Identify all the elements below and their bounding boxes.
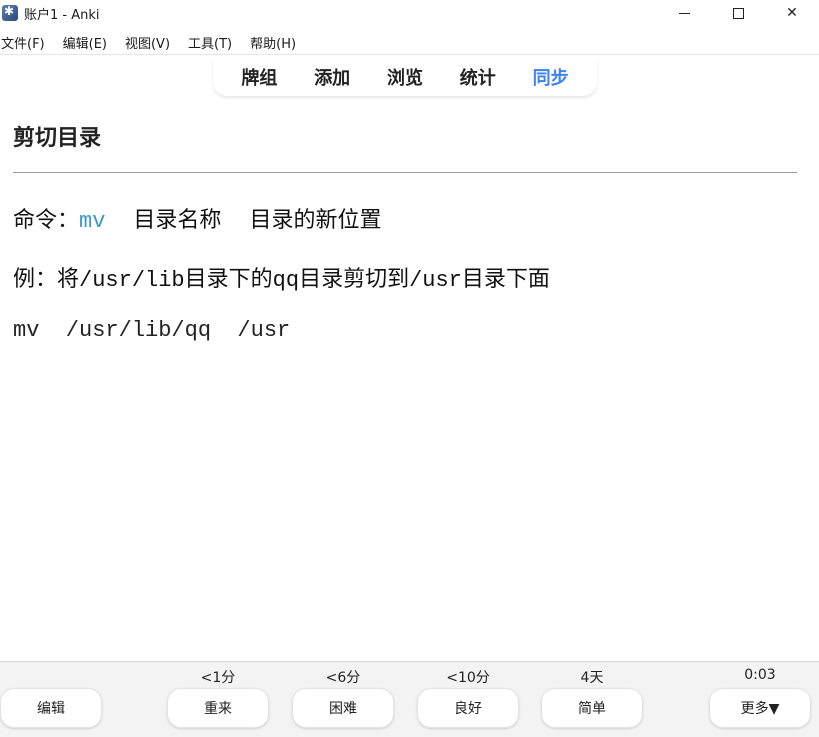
hard-interval: <6分 <box>325 670 361 686</box>
tab-browse[interactable]: 浏览 <box>387 64 423 90</box>
good-interval: <10分 <box>446 670 490 686</box>
more-button[interactable]: 更多▼ <box>709 688 811 728</box>
window-title: 账户1 - Anki <box>24 7 100 23</box>
command-prefix: 命令： <box>13 208 80 233</box>
menu-tools[interactable]: 工具(T) <box>188 33 232 52</box>
command-name: mv <box>79 209 106 234</box>
card-content: 剪切目录 命令：mv 目录名称 目录的新位置 例：将/usr/lib目录下的qq目录… <box>13 120 797 343</box>
example-part: 例：将 <box>13 267 80 292</box>
example-part: 目录下面 <box>461 267 550 292</box>
card-title: 剪切目录 <box>13 126 102 151</box>
answer-bar: 编辑 <1分 重来 <6分 困难 <10分 良好 4天 简单 0:03 更多▼ <box>0 661 819 737</box>
title-bar: 账户1 - Anki ✕ <box>0 0 819 26</box>
menu-view[interactable]: 视图(V) <box>125 33 170 52</box>
command-arg-target: 目录的新位置 <box>249 208 382 233</box>
minimize-icon <box>678 12 690 14</box>
edit-button[interactable]: 编辑 <box>0 688 102 728</box>
example-path: /usr <box>409 268 462 293</box>
menu-help[interactable]: 帮助(H) <box>250 33 296 52</box>
example-line: 例：将/usr/lib目录下的qq目录剪切到/usr目录下面 <box>13 261 550 293</box>
again-interval: <1分 <box>200 670 236 686</box>
tab-sync[interactable]: 同步 <box>533 64 569 90</box>
easy-interval: 4天 <box>580 670 604 686</box>
window-controls: ✕ <box>657 0 819 26</box>
tab-decks[interactable]: 牌组 <box>241 64 277 90</box>
example-command: mv /usr/lib/qq /usr <box>13 318 291 343</box>
maximize-button[interactable] <box>711 0 765 26</box>
command-arg-source: 目录名称 <box>133 208 222 233</box>
example-part: 目录下的 <box>184 267 273 292</box>
main-toolbar: 牌组 添加 浏览 统计 同步 <box>213 58 597 96</box>
menu-file[interactable]: 文件(F) <box>1 33 45 52</box>
again-button[interactable]: 重来 <box>167 688 269 728</box>
close-icon: ✕ <box>786 5 798 21</box>
menu-edit[interactable]: 编辑(E) <box>63 33 107 52</box>
example-dir: qq <box>272 268 300 293</box>
example-part: 目录剪切到 <box>299 267 410 292</box>
anki-app-icon <box>2 4 18 21</box>
tab-add[interactable]: 添加 <box>314 64 350 90</box>
example-path: /usr/lib <box>79 268 185 293</box>
good-button[interactable]: 良好 <box>417 688 519 728</box>
close-button[interactable]: ✕ <box>765 0 819 26</box>
divider <box>13 172 797 173</box>
tab-stats[interactable]: 统计 <box>460 64 496 90</box>
menu-bar: 文件(F) 编辑(E) 视图(V) 工具(T) 帮助(H) <box>0 31 819 55</box>
hard-button[interactable]: 困难 <box>292 688 394 728</box>
maximize-icon <box>732 7 744 19</box>
minimize-button[interactable] <box>657 0 711 26</box>
command-line: 命令：mv 目录名称 目录的新位置 <box>13 202 381 234</box>
easy-button[interactable]: 简单 <box>541 688 643 728</box>
review-timer: 0:03 <box>744 667 776 683</box>
